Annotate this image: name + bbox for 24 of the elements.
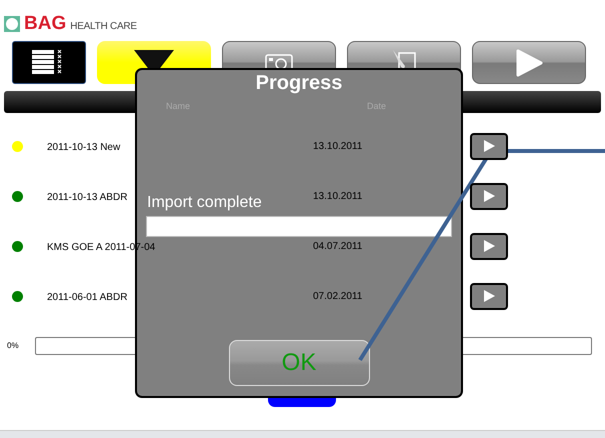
play-button[interactable] (470, 232, 508, 260)
dialog-message: Import complete (147, 195, 262, 211)
row-name: 2011-06-01 ABDR (47, 292, 128, 303)
row-name: 2011-10-13 ABDR (47, 192, 128, 203)
logo-tagline: HEALTH CARE (70, 22, 137, 32)
row-date: 07.02.2011 (313, 290, 364, 304)
row-date: 13.10.2011 (313, 140, 364, 154)
logo-square-icon (4, 16, 20, 32)
row-date: 04.07.2011 (313, 240, 364, 254)
play-button[interactable] (470, 182, 508, 210)
play-button[interactable] (470, 282, 508, 310)
play-button[interactable] (470, 132, 508, 160)
play-icon (483, 290, 495, 302)
progress-percent: 0% (7, 340, 20, 352)
play-icon (483, 140, 495, 152)
ok-button[interactable]: OK (228, 340, 370, 386)
logo-brand: BAG (24, 14, 66, 33)
row-name: 2011-10-13 New (47, 142, 120, 153)
play-icon (483, 240, 495, 252)
row-date: 13.10.2011 (313, 190, 364, 204)
dialog-title: Progress (256, 73, 342, 93)
play-icon (483, 190, 495, 202)
play-icon (515, 48, 543, 76)
toolbar-button[interactable] (12, 41, 86, 84)
